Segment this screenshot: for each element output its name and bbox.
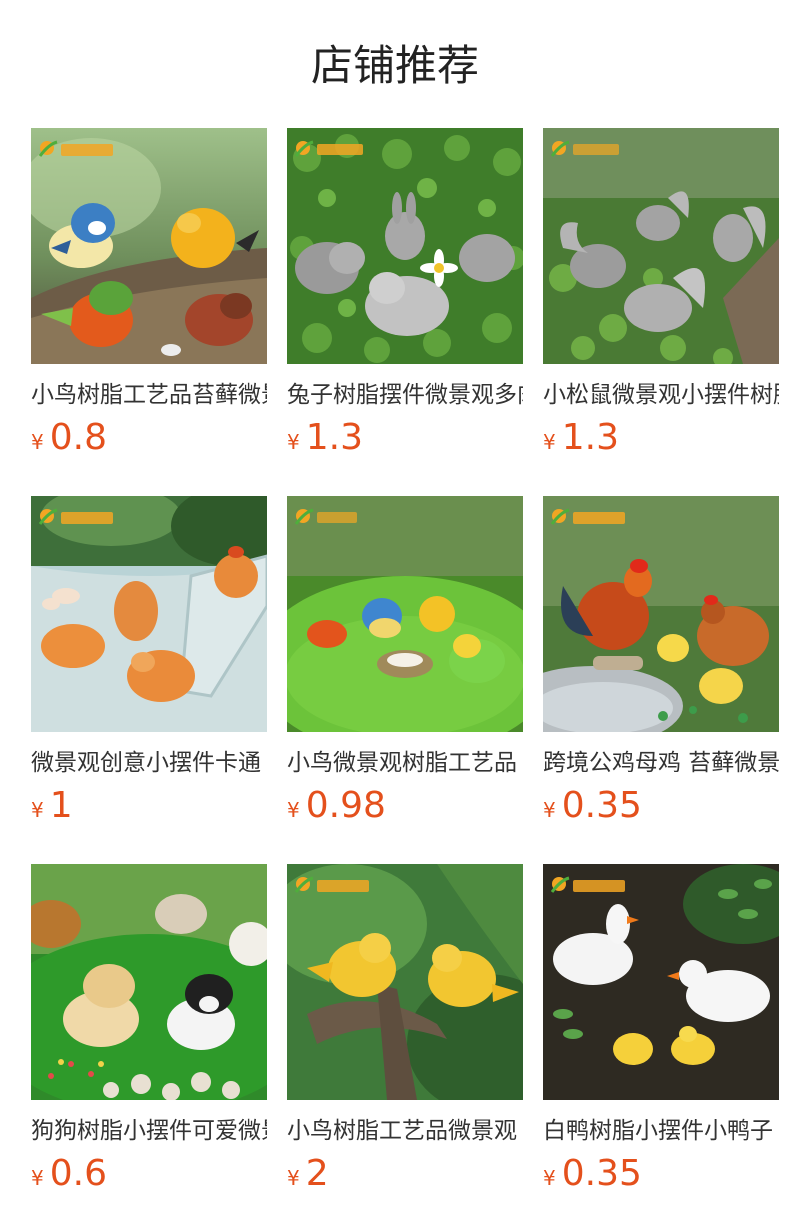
currency-symbol: ¥ xyxy=(543,798,556,822)
product-price: ¥0.98 xyxy=(287,784,386,828)
product-image[interactable] xyxy=(543,864,779,1100)
product-card[interactable]: 狗狗树脂小摆件可爱微景观 ¥0.6 xyxy=(31,864,267,1204)
price-value: 0.98 xyxy=(305,785,386,826)
product-image[interactable] xyxy=(287,128,523,364)
product-image[interactable] xyxy=(31,128,267,364)
currency-symbol: ¥ xyxy=(543,430,556,454)
currency-symbol: ¥ xyxy=(31,1166,44,1190)
product-image[interactable] xyxy=(543,128,779,364)
product-price: ¥1.3 xyxy=(543,416,619,460)
product-image[interactable] xyxy=(31,496,267,732)
product-card[interactable]: 跨境公鸡母鸡 苔藓微景观 ¥0.35 xyxy=(543,496,779,836)
brand-logo-icon xyxy=(550,140,619,157)
product-image[interactable] xyxy=(287,496,523,732)
product-name[interactable]: 白鸭树脂小摆件小鸭子 xyxy=(543,1114,779,1148)
currency-symbol: ¥ xyxy=(287,798,300,822)
product-price: ¥0.6 xyxy=(31,1152,107,1196)
product-price: ¥0.35 xyxy=(543,1152,642,1196)
product-card[interactable]: 兔子树脂摆件微景观多肉 ¥1.3 xyxy=(287,128,523,468)
product-name[interactable]: 跨境公鸡母鸡 苔藓微景观 xyxy=(543,746,779,780)
product-image[interactable] xyxy=(287,864,523,1100)
currency-symbol: ¥ xyxy=(31,430,44,454)
brand-logo-icon xyxy=(38,508,113,525)
product-name[interactable]: 小鸟树脂工艺品苔藓微景观 xyxy=(31,378,267,412)
price-value: 2 xyxy=(305,1153,329,1194)
product-card[interactable]: 小松鼠微景观小摆件树脂 ¥1.3 xyxy=(543,128,779,468)
currency-symbol: ¥ xyxy=(543,1166,556,1190)
product-name[interactable]: 小鸟树脂工艺品微景观 xyxy=(287,1114,523,1148)
product-name[interactable]: 兔子树脂摆件微景观多肉 xyxy=(287,378,523,412)
product-name[interactable]: 狗狗树脂小摆件可爱微景观 xyxy=(31,1114,267,1148)
currency-symbol: ¥ xyxy=(287,1166,300,1190)
product-card[interactable]: 小鸟微景观树脂工艺品 ¥0.98 xyxy=(287,496,523,836)
product-card[interactable]: 小鸟树脂工艺品苔藓微景观 ¥0.8 xyxy=(31,128,267,468)
product-price: ¥1.3 xyxy=(287,416,363,460)
brand-logo-icon xyxy=(294,876,369,893)
product-name[interactable]: 微景观创意小摆件卡通 xyxy=(31,746,267,780)
price-value: 0.35 xyxy=(561,1153,642,1194)
brand-logo-icon xyxy=(550,876,625,893)
price-value: 1.3 xyxy=(561,417,619,458)
product-name[interactable]: 小鸟微景观树脂工艺品 xyxy=(287,746,523,780)
brand-logo-icon xyxy=(294,140,363,157)
product-card[interactable]: 小鸟树脂工艺品微景观 ¥2 xyxy=(287,864,523,1204)
price-value: 0.35 xyxy=(561,785,642,826)
price-value: 0.6 xyxy=(49,1153,107,1194)
price-value: 1 xyxy=(49,785,73,826)
product-card[interactable]: 白鸭树脂小摆件小鸭子 ¥0.35 xyxy=(543,864,779,1204)
currency-symbol: ¥ xyxy=(31,798,44,822)
product-price: ¥0.35 xyxy=(543,784,642,828)
price-value: 0.8 xyxy=(49,417,107,458)
brand-logo-icon xyxy=(38,140,113,157)
brand-logo-icon xyxy=(294,508,357,525)
brand-logo-icon xyxy=(550,508,625,525)
product-card[interactable]: 微景观创意小摆件卡通 ¥1 xyxy=(31,496,267,836)
product-price: ¥0.8 xyxy=(31,416,107,460)
product-name[interactable]: 小松鼠微景观小摆件树脂 xyxy=(543,378,779,412)
page-title: 店铺推荐 xyxy=(310,41,479,90)
currency-symbol: ¥ xyxy=(287,430,300,454)
product-image[interactable] xyxy=(31,864,267,1100)
product-price: ¥2 xyxy=(287,1152,329,1196)
product-price: ¥1 xyxy=(31,784,73,828)
product-image[interactable] xyxy=(543,496,779,732)
price-value: 1.3 xyxy=(305,417,363,458)
